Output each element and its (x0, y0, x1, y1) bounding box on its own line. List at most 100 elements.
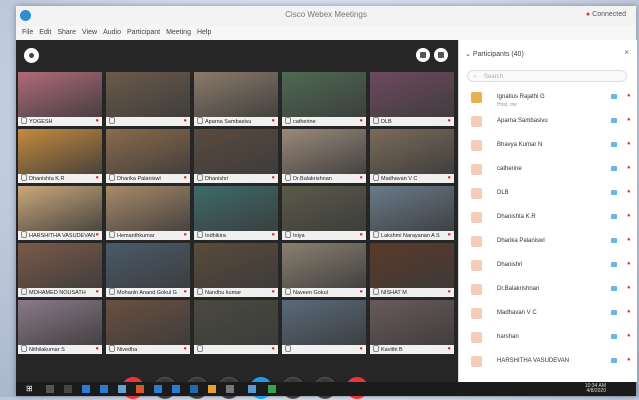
participant-name: Ignatius Rajathi G (497, 94, 545, 100)
muted-icon: ● (359, 232, 363, 238)
muted-mic-icon[interactable]: ● (627, 285, 631, 291)
menu-audio[interactable]: Audio (103, 29, 121, 36)
connection-dot-icon: ● (585, 11, 591, 18)
muted-icon: ● (95, 289, 99, 295)
edge-icon[interactable] (82, 385, 90, 393)
participant-row[interactable]: harshan ● (459, 328, 637, 350)
app2-icon[interactable] (190, 385, 198, 393)
muted-mic-icon[interactable]: ● (627, 141, 631, 147)
store-icon[interactable] (118, 385, 126, 393)
file-explorer-icon[interactable] (100, 385, 108, 393)
video-tile[interactable]: Nithilakumar S ● (18, 300, 102, 354)
video-tile[interactable]: NISHAT M ● (370, 243, 454, 297)
video-tile[interactable]: Indhikira ● (194, 186, 278, 240)
video-tile[interactable]: Dharika Palaniswl ● (106, 129, 190, 183)
menu-share[interactable]: Share (57, 29, 76, 36)
participant-row[interactable]: Dhanishta K.R ● (459, 208, 637, 230)
camera-icon (611, 262, 617, 267)
menu-file[interactable]: File (22, 29, 33, 36)
meeting-info-button[interactable] (24, 48, 39, 63)
muted-icon: ● (271, 232, 275, 238)
task-view-icon[interactable] (64, 385, 72, 393)
word-icon[interactable] (172, 385, 180, 393)
muted-mic-icon[interactable]: ● (627, 261, 631, 267)
participant-search-input[interactable]: Search (467, 70, 627, 83)
tile-name-label: Naveen Gokul ● (282, 288, 366, 297)
video-tile[interactable]: Iniya ● (282, 186, 366, 240)
muted-mic-icon[interactable]: ● (627, 189, 631, 195)
close-panel-button[interactable]: × (624, 48, 629, 57)
muted-mic-icon[interactable]: ● (627, 213, 631, 219)
windows-start-icon[interactable]: ⊞ (26, 384, 34, 393)
video-tile[interactable]: Lakshmi Narayanan A S ● (370, 186, 454, 240)
muted-mic-icon[interactable]: ● (627, 333, 631, 339)
menu-meeting[interactable]: Meeting (166, 29, 191, 36)
view-controls (412, 48, 448, 67)
app3-icon[interactable] (226, 385, 234, 393)
participants-header[interactable]: ⌄ Participants (40) (465, 50, 524, 58)
participant-row[interactable]: Aparna Sambasivu ● (459, 112, 637, 134)
video-tile[interactable]: Dhanishri ● (194, 129, 278, 183)
full-screen-button[interactable] (434, 48, 448, 62)
mail-icon[interactable] (154, 385, 162, 393)
menu-view[interactable]: View (82, 29, 97, 36)
muted-mic-icon[interactable]: ● (627, 165, 631, 171)
mic-icon (285, 288, 291, 295)
video-tile[interactable]: ● (194, 300, 278, 354)
muted-icon: ● (95, 346, 99, 352)
system-tray-clock[interactable]: 10:34 AM 4/8/2020 (585, 384, 606, 394)
video-tile[interactable]: Kavithi B ● (370, 300, 454, 354)
participant-row[interactable]: Madhavan V C ● (459, 304, 637, 326)
muted-icon: ● (447, 232, 451, 238)
video-tile[interactable]: Dr.Balakrishnan ● (282, 129, 366, 183)
video-tile[interactable]: ● (106, 72, 190, 126)
muted-mic-icon[interactable]: ● (627, 357, 631, 363)
video-tile[interactable]: Naveen Gokul ● (282, 243, 366, 297)
participant-row[interactable]: Bhavya Kumar N ● (459, 136, 637, 158)
app-icon[interactable] (136, 385, 144, 393)
webex-taskbar-icon[interactable] (248, 385, 256, 393)
video-tile[interactable]: YOGESH ● (18, 72, 102, 126)
video-tile[interactable]: HARSHITHA VASUDEVAN ● (18, 186, 102, 240)
video-tile[interactable]: Mohanln Anand Gokul G ● (106, 243, 190, 297)
participant-row[interactable]: Ignatius Rajathi G Host, me ● (459, 88, 637, 110)
layout-grid-button[interactable] (416, 48, 430, 62)
connection-status[interactable]: ● Connected (586, 11, 626, 18)
tile-name-label: NISHAT M ● (370, 288, 454, 297)
mic-icon (109, 288, 115, 295)
chrome-icon[interactable] (208, 385, 216, 393)
mic-icon (21, 117, 27, 124)
connection-status-label: Connected (592, 11, 626, 18)
video-tile[interactable]: Madhavan V C ● (370, 129, 454, 183)
video-tile[interactable]: Hemanthkumar ● (106, 186, 190, 240)
video-tile[interactable]: Nandhu kumar ● (194, 243, 278, 297)
video-tile[interactable]: MOHAMED NOUSATH ● (18, 243, 102, 297)
participant-row[interactable]: catherine ● (459, 160, 637, 182)
muted-icon: ● (271, 289, 275, 295)
participant-row[interactable]: Dharika Palaniswl ● (459, 232, 637, 254)
video-tile[interactable]: catherine ● (282, 72, 366, 126)
muted-icon: ● (359, 289, 363, 295)
excel-icon[interactable] (268, 385, 276, 393)
participant-row[interactable]: DLB ● (459, 184, 637, 206)
video-tile[interactable]: ● (282, 300, 366, 354)
menu-help[interactable]: Help (197, 29, 211, 36)
menu-participant[interactable]: Participant (127, 29, 160, 36)
video-tile[interactable]: DLB ● (370, 72, 454, 126)
menu-bar: File Edit Share View Audio Participant Meeting… (16, 26, 636, 41)
video-tile[interactable]: Dhanishta K.R ● (18, 129, 102, 183)
muted-mic-icon[interactable]: ● (627, 117, 631, 123)
video-tile[interactable]: Aparna Sambasivu ● (194, 72, 278, 126)
muted-mic-icon[interactable]: ● (627, 309, 631, 315)
menu-edit[interactable]: Edit (39, 29, 51, 36)
participant-row[interactable]: Dhanishri ● (459, 256, 637, 278)
search-icon[interactable] (46, 385, 54, 393)
muted-mic-icon[interactable]: ● (627, 237, 631, 243)
avatar (471, 284, 482, 295)
participant-row[interactable]: Dr.Balakrishnan ● (459, 280, 637, 302)
avatar (471, 212, 482, 223)
video-tile[interactable]: Nivedha ● (106, 300, 190, 354)
muted-mic-icon[interactable]: ● (627, 93, 631, 99)
window-title: Cisco Webex Meetings (285, 10, 367, 19)
participant-row[interactable]: HARSHITHA VASUDEVAN ● (459, 352, 637, 374)
